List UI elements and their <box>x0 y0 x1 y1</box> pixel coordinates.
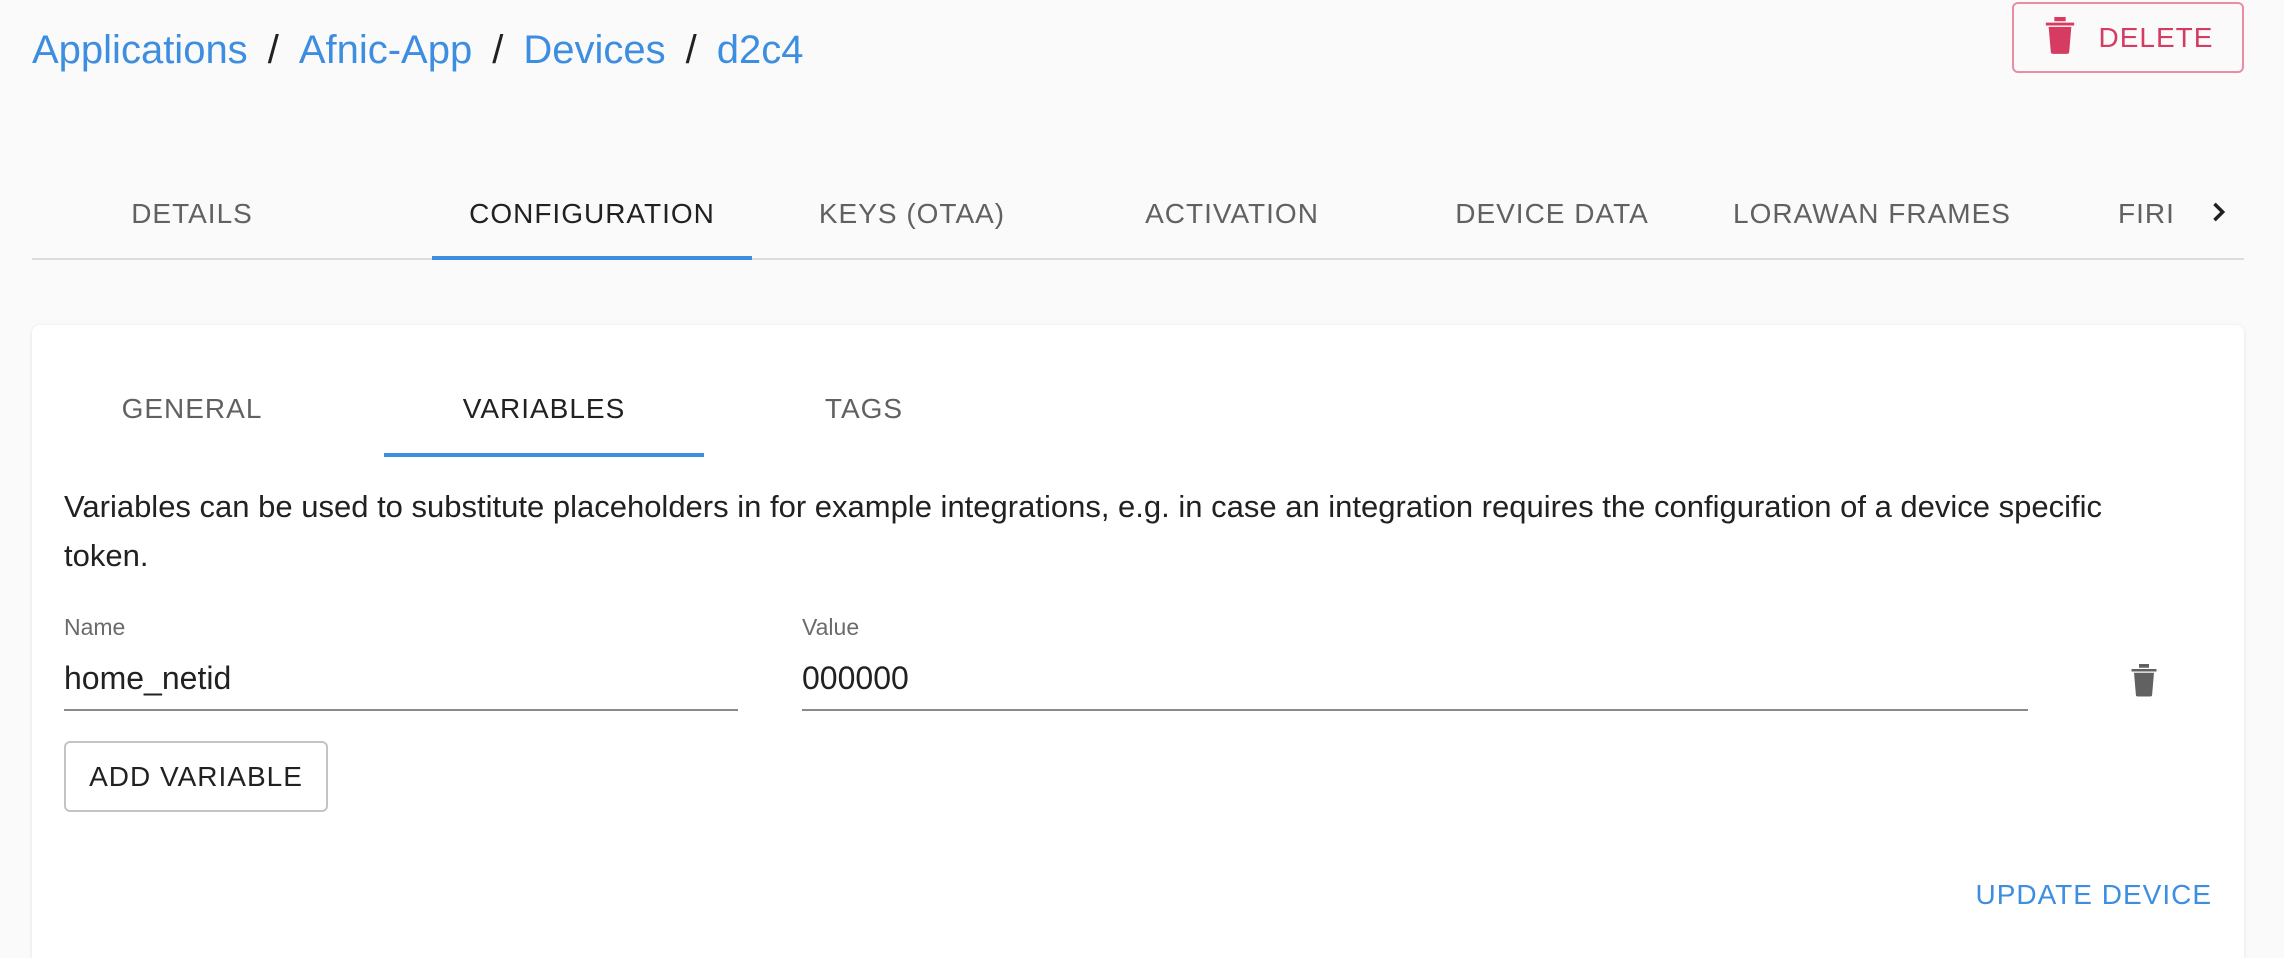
tab-device-data[interactable]: DEVICE DATA <box>1392 170 1712 258</box>
tab-activation[interactable]: ACTIVATION <box>1072 170 1392 258</box>
variables-description: Variables can be used to substitute plac… <box>64 489 2103 573</box>
tab-keys-otaa[interactable]: KEYS (OTAA) <box>752 170 1072 258</box>
breadcrumb-application[interactable]: Afnic-App <box>299 28 472 72</box>
delete-button-label: DELETE <box>2098 21 2214 53</box>
trash-icon <box>2129 660 2159 703</box>
device-configuration-page: Applications / Afnic-App / Devices / d2c4 DELE… <box>0 0 2284 958</box>
update-device-button[interactable]: UPDATE DEVICE <box>1972 865 2212 925</box>
subtab-tags[interactable]: TAGS <box>704 365 1024 453</box>
subtab-variables[interactable]: VARIABLES <box>384 365 704 457</box>
device-tabs: DETAILS CONFIGURATION KEYS (OTAA) ACTIVA… <box>32 170 2244 260</box>
breadcrumb-separator: / <box>267 28 279 72</box>
configuration-subtabs: GENERAL VARIABLES TAGS <box>32 365 902 457</box>
variable-name-input[interactable] <box>64 658 738 711</box>
trash-icon <box>2043 14 2077 61</box>
subtab-general[interactable]: GENERAL <box>32 365 352 453</box>
configuration-card: GENERAL VARIABLES TAGS Variables can be … <box>32 325 2244 958</box>
variable-value-input[interactable] <box>802 658 2028 711</box>
add-variable-button[interactable]: ADD VARIABLE <box>64 741 328 812</box>
tab-lorawan-frames[interactable]: LORAWAN FRAMES <box>1712 170 2032 258</box>
chevron-right-icon <box>2204 198 2232 231</box>
tab-details[interactable]: DETAILS <box>32 170 352 258</box>
breadcrumb-applications[interactable]: Applications <box>32 28 248 72</box>
breadcrumb-separator: / <box>685 28 697 72</box>
tabs-scroll-next-button[interactable] <box>2192 170 2244 258</box>
tab-configuration[interactable]: CONFIGURATION <box>432 170 752 260</box>
variable-name-label: Name <box>64 614 126 640</box>
delete-variable-button[interactable] <box>2120 657 2168 705</box>
breadcrumb-devices[interactable]: Devices <box>523 28 665 72</box>
variable-value-field: Value <box>802 614 2028 711</box>
delete-device-button[interactable]: DELETE <box>2012 2 2244 73</box>
variable-name-field: Name <box>64 614 738 711</box>
breadcrumb-device[interactable]: d2c4 <box>717 28 804 72</box>
variable-value-label: Value <box>802 614 860 640</box>
breadcrumb-separator: / <box>492 28 504 72</box>
breadcrumb: Applications / Afnic-App / Devices / d2c4 <box>32 22 804 78</box>
tab-firmware-partial[interactable]: FIRI <box>2032 170 2192 258</box>
